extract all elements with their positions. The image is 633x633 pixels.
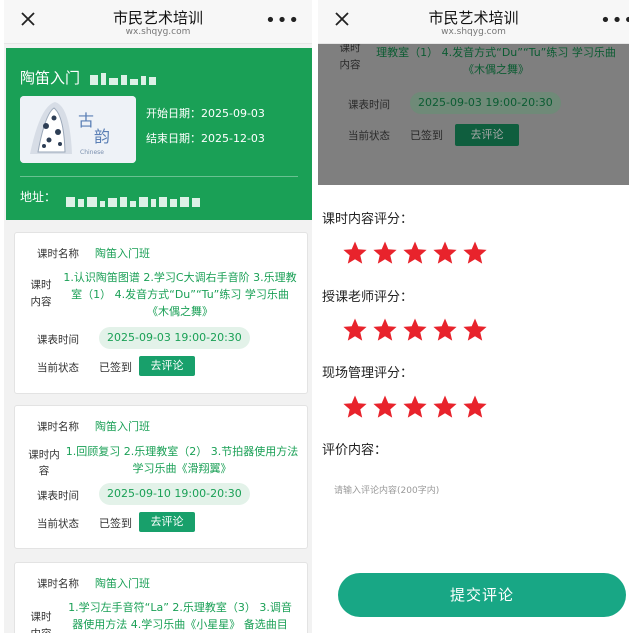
course-detail-screen: 市民艺术培训 wx.shqyg.com ••• 陶笛入门 古 韵 Chinese… [4,0,312,633]
app-domain: wx.shqyg.com [441,27,506,37]
lesson-status-label: 当前状态 [348,130,390,142]
lesson-content: 1.回顾复习 2.乐理教室（2） 3.节拍器使用方法 学习乐曲《滑翔翼》 [65,445,299,475]
app-title: 市民艺术培训 [428,9,519,27]
lesson-time: 2025-09-03 19:00-20:30 [99,327,250,349]
lesson-name: 陶笛入门班 [95,420,150,433]
lesson-content: 1.学习左手音符“La” 2.乐理教室（3） 3.调音器使用方法 4.学习乐曲《… [68,601,292,631]
star-icon[interactable] [402,240,428,266]
star-icon[interactable] [402,394,428,420]
end-date: 结束日期：2025-12-03 [146,132,265,145]
lesson-content-label: 课时 内容 [30,611,52,633]
lesson-status: 已签到 [410,129,443,142]
teacher-rating-stars[interactable] [342,317,492,343]
svg-text:韵: 韵 [94,127,110,146]
lesson-content-label: 课时 内容 [30,279,52,308]
lesson-name-label: 课时名称 [37,248,79,260]
star-icon[interactable] [462,240,488,266]
address-label: 地址： [20,190,57,204]
lesson-status: 已签到 [99,517,132,530]
star-icon[interactable] [342,240,368,266]
course-header: 陶笛入门 古 韵 Chinese 开始日期：2025-09-03 结束日期：20… [6,48,312,220]
lesson-time-label: 课表时间 [348,99,390,111]
lesson-card: 课时名称 陶笛入门班 课时 内容 1.认识陶笛图谱 2.学习C大调右手音阶 3.… [14,232,308,394]
star-icon[interactable] [342,394,368,420]
content-rating-label: 课时内容评分： [322,212,414,227]
star-icon[interactable] [372,317,398,343]
lesson-content-label: 课时 内容 [339,44,361,71]
star-icon[interactable] [462,317,488,343]
submit-comment-button[interactable]: 提交评论 [338,573,626,617]
divider [20,176,298,177]
star-icon[interactable] [342,317,368,343]
comment-input[interactable]: 请输入评论内容(200字内) [334,483,439,496]
comment-screen: 市民艺术培训 wx.shqyg.com ••• 课时 内容 理教室（1） 4.发… [318,0,629,633]
comment-button: 去评论 [455,124,519,146]
lesson-name-label: 课时名称 [37,421,79,433]
lesson-time: 2025-09-03 19:00-20:30 [410,92,561,114]
lesson-status-label: 当前状态 [37,362,79,374]
comment-label: 评价内容： [322,443,388,458]
star-icon[interactable] [372,240,398,266]
content-rating-stars[interactable] [342,240,492,266]
lesson-name-label: 课时名称 [37,578,79,590]
lesson-card: 课时名称 陶笛入门班 课时 内容 1.学习左手音符“La” 2.乐理教室（3） … [14,562,308,633]
lesson-name: 陶笛入门班 [95,577,150,590]
svg-text:古: 古 [78,111,94,130]
star-icon[interactable] [432,240,458,266]
lesson-time-label: 课表时间 [37,490,79,502]
lesson-status: 已签到 [99,361,132,374]
lesson-card: 课时名称 陶笛入门班 课时内 容 1.回顾复习 2.乐理教室（2） 3.节拍器使… [14,405,308,549]
redacted-title-text [90,70,159,89]
more-icon[interactable]: ••• [600,12,629,30]
svg-text:Chinese: Chinese [80,149,104,156]
course-title: 陶笛入门 [20,69,81,87]
lesson-content: 1.认识陶笛图谱 2.学习C大调右手音阶 3.乐理教室（1） 4.发音方式“Du… [63,271,297,318]
lesson-content-label: 课时内 容 [28,449,60,477]
lesson-status-label: 当前状态 [37,518,79,530]
redacted-address-text [66,192,203,211]
start-date: 开始日期：2025-09-03 [146,107,265,120]
dimmed-lesson-card: 课时 内容 理教室（1） 4.发音方式“Du”“Tu”练习 学习乐曲《木偶之舞》… [318,44,629,185]
course-cover-image[interactable]: 古 韵 Chinese [20,96,136,163]
lesson-content: 理教室（1） 4.发音方式“Du”“Tu”练习 学习乐曲《木偶之舞》 [376,46,616,76]
lesson-time: 2025-09-10 19:00-20:30 [99,483,250,505]
screenshot-stage: 市民艺术培训 wx.shqyg.com ••• 陶笛入门 古 韵 Chinese… [0,0,633,633]
management-rating-label: 现场管理评分： [322,366,414,381]
more-icon[interactable]: ••• [265,12,300,30]
teacher-rating-label: 授课老师评分： [322,290,414,305]
title-bar: 市民艺术培训 wx.shqyg.com ••• [4,0,312,44]
lesson-time-label: 课表时间 [37,334,79,346]
star-icon[interactable] [402,317,428,343]
lesson-name: 陶笛入门班 [95,247,150,260]
comment-button[interactable]: 去评论 [139,356,195,376]
comment-button[interactable]: 去评论 [139,512,195,532]
title-bar: 市民艺术培训 wx.shqyg.com ••• [318,0,629,44]
star-icon[interactable] [462,394,488,420]
star-icon[interactable] [372,394,398,420]
management-rating-stars[interactable] [342,394,492,420]
star-icon[interactable] [432,317,458,343]
star-icon[interactable] [432,394,458,420]
